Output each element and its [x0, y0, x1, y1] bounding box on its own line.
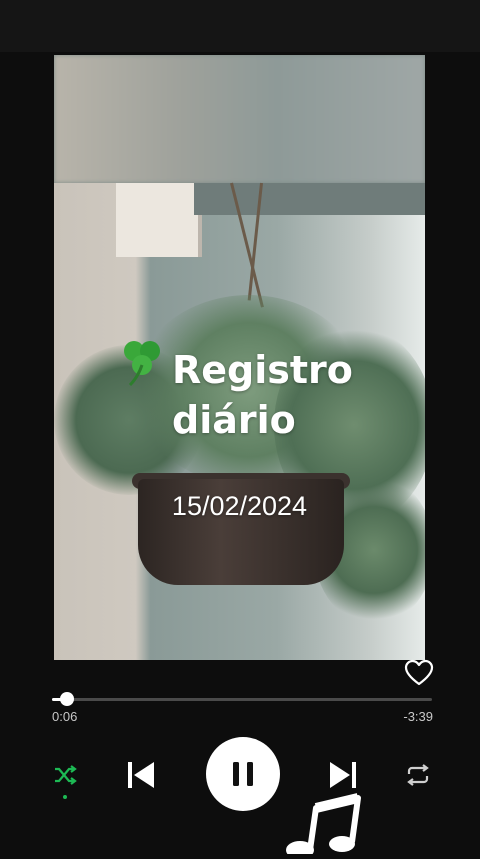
photo-ceiling: [194, 183, 425, 215]
shuffle-icon[interactable]: [52, 762, 78, 788]
photo-beam: [116, 183, 202, 257]
clover-icon: [116, 335, 168, 397]
pause-icon: [233, 762, 253, 786]
top-bar: [0, 0, 480, 52]
pause-button[interactable]: [206, 737, 280, 811]
shuffle-active-dot: [63, 795, 67, 799]
skip-previous-icon[interactable]: [124, 758, 158, 792]
artwork-date: 15/02/2024: [171, 491, 308, 521]
progress-thumb[interactable]: [60, 692, 75, 706]
artwork-title: Registro diário: [116, 335, 416, 443]
skip-next-icon[interactable]: [326, 758, 360, 792]
remaining-time: -3:39: [403, 709, 433, 724]
music-note-icon: [280, 790, 370, 859]
album-artwork: Registro diário 15/02/2024: [54, 55, 425, 660]
blurred-background: [54, 55, 425, 183]
repeat-icon[interactable]: [404, 762, 432, 788]
heart-icon[interactable]: [404, 659, 434, 687]
elapsed-time: 0:06: [52, 709, 78, 724]
artwork-title-line1: Registro: [172, 348, 353, 392]
artwork-title-line2: diário: [172, 398, 296, 442]
progress-bar[interactable]: [52, 692, 432, 706]
